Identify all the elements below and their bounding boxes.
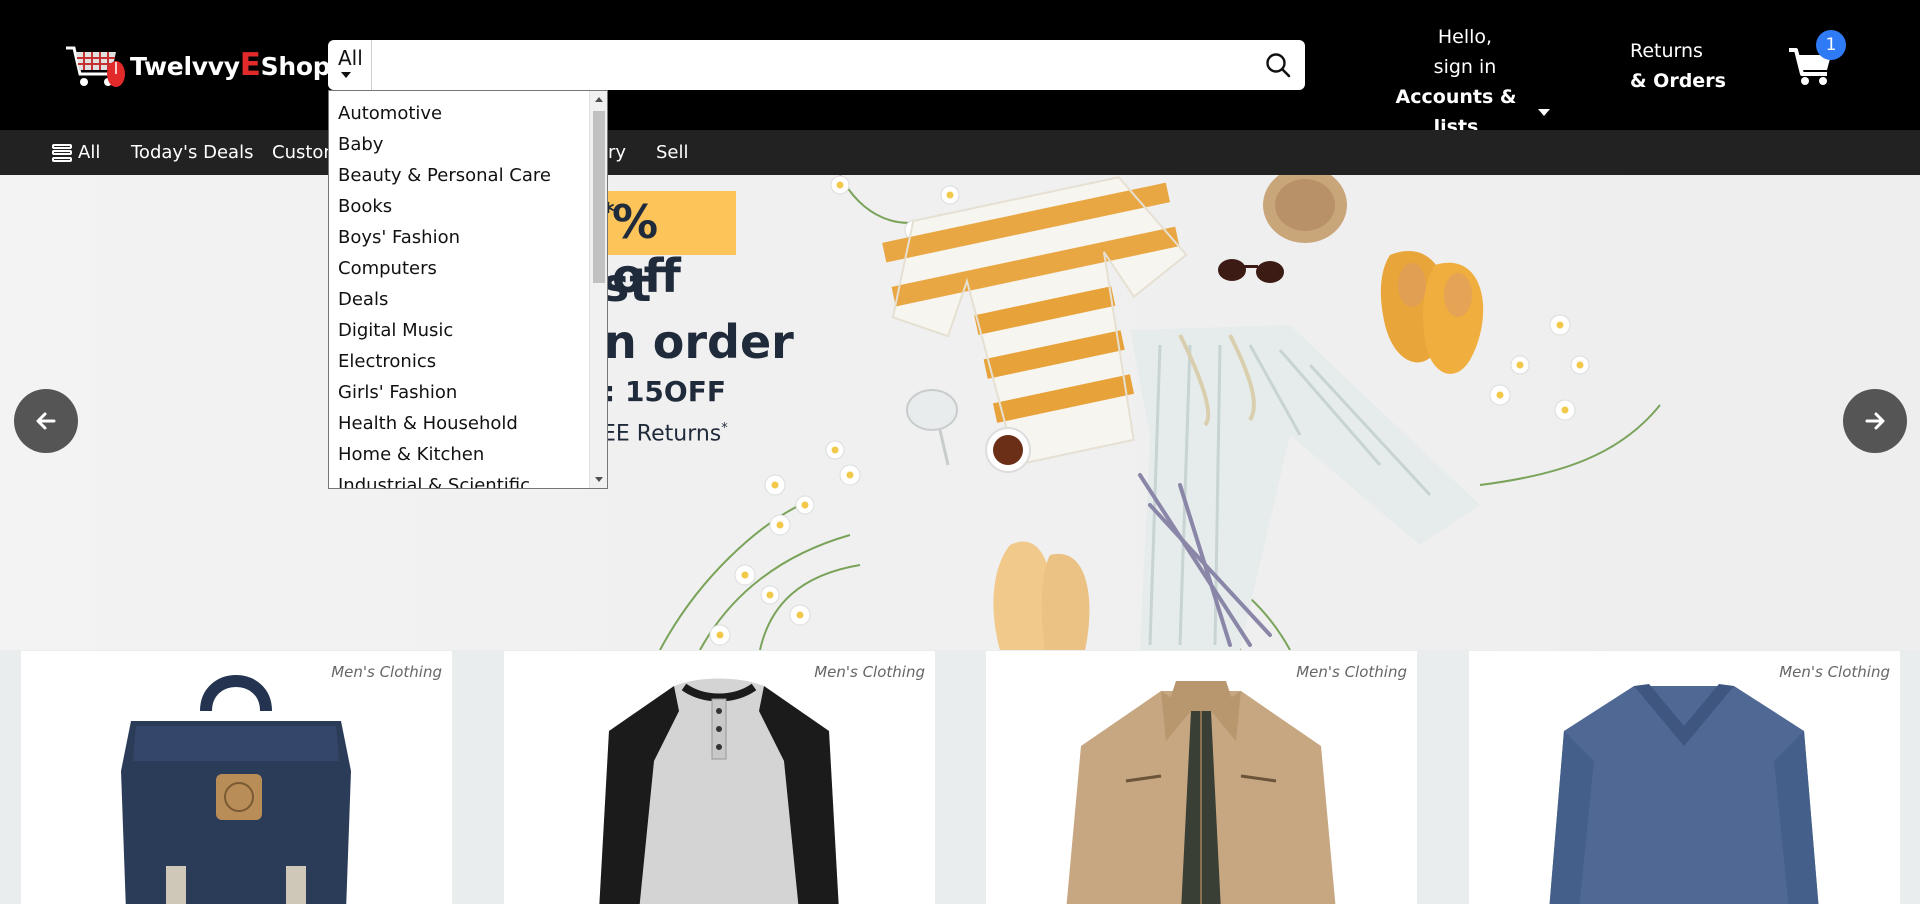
hero-banner: % off * st n order : 15OFF EE Returns* (0, 175, 1920, 650)
promo-returns-text: EE Returns (602, 421, 722, 447)
hero-image (659, 175, 1661, 650)
logo-text-e: E (239, 47, 261, 83)
dropdown-scrollbar[interactable] (589, 91, 607, 488)
dropdown-option[interactable]: Home & Kitchen (338, 444, 484, 465)
dropdown-option[interactable]: Deals (338, 289, 388, 310)
arrow-right-icon (1865, 412, 1885, 430)
dropdown-option[interactable]: Baby (338, 134, 383, 155)
promo-returns-line: EE Returns* (602, 421, 728, 446)
search-input[interactable] (372, 40, 1251, 90)
logo-text-part1: Twelvvy (130, 52, 240, 81)
dropdown-option[interactable]: Automotive (338, 103, 442, 124)
promo-line-1: st (602, 258, 652, 312)
product-card[interactable]: Men's Clothing (21, 651, 452, 904)
promo-badge: % off * (592, 191, 736, 303)
dropdown-option[interactable]: Industrial & Scientific (338, 475, 530, 488)
promo-code-line: : 15OFF (604, 375, 726, 408)
product-card[interactable]: Men's Clothing (504, 651, 935, 904)
account-signin: sign in (1433, 56, 1497, 78)
scroll-up-icon[interactable] (595, 97, 603, 102)
nav-sell[interactable]: Sell (656, 142, 689, 163)
nav-all-menu[interactable]: All (52, 142, 100, 163)
navbar: All Today's Deals Custon ry Sell (0, 130, 1920, 175)
scroll-down-icon[interactable] (595, 477, 603, 482)
dropdown-option[interactable]: Girls' Fashion (338, 382, 457, 403)
promo-returns-sup: * (721, 421, 728, 436)
dropdown-option[interactable]: Computers (338, 258, 437, 279)
search-button[interactable] (1251, 40, 1305, 90)
product-card[interactable]: Men's Clothing (986, 651, 1417, 904)
search-icon (1266, 53, 1291, 78)
dropdown-option[interactable]: Beauty & Personal Care (338, 165, 551, 186)
returns-label: Returns (1630, 40, 1703, 62)
dropdown-option[interactable]: Health & Household (338, 413, 518, 434)
chevron-down-icon (341, 72, 351, 78)
dropdown-option[interactable]: Electronics (338, 351, 436, 372)
account-menu[interactable]: Hello, sign in Accounts & lists (1380, 22, 1550, 142)
dropdown-option[interactable]: Books (338, 196, 392, 217)
orders-label: & Orders (1630, 70, 1726, 92)
promo-line-2: n order (604, 315, 794, 369)
header: TwelvvyEShop. All Hello, sign in Account… (0, 0, 1920, 138)
scroll-thumb[interactable] (593, 111, 605, 283)
menu-icon (52, 143, 72, 162)
logo-text: TwelvvyEShop. (130, 47, 340, 83)
raglan-henley-shirt-image (599, 678, 839, 904)
backpack-image (121, 675, 351, 904)
logo[interactable]: TwelvvyEShop. (62, 38, 340, 92)
product-card[interactable]: Men's Clothing (1469, 651, 1900, 904)
nav-customer-service[interactable]: Custon (272, 142, 335, 163)
cart-count-badge: 1 (1816, 30, 1846, 60)
carousel-prev-button[interactable] (14, 389, 78, 453)
carousel-next-button[interactable] (1843, 389, 1907, 453)
dropdown-option[interactable]: Boys' Fashion (338, 227, 460, 248)
category-dropdown-list[interactable]: Automotive Baby Beauty & Personal Care B… (328, 90, 608, 489)
returns-orders-link[interactable]: Returns & Orders (1630, 36, 1726, 96)
caret-down-icon (1538, 108, 1550, 116)
nav-registry[interactable]: ry (608, 142, 626, 163)
cart-logo-icon (62, 38, 128, 92)
nav-all-label: All (78, 142, 101, 163)
khaki-jacket-image (1066, 681, 1336, 904)
account-greeting: Hello, (1437, 26, 1493, 48)
blue-vneck-shirt-image (1549, 684, 1819, 904)
search-bar: All (328, 40, 1305, 90)
nav-todays-deals[interactable]: Today's Deals (131, 142, 253, 163)
search-category-label: All (338, 46, 363, 70)
dropdown-option[interactable]: Digital Music (338, 320, 453, 341)
search-category-select[interactable]: All (328, 40, 372, 90)
arrow-left-icon (36, 412, 56, 430)
